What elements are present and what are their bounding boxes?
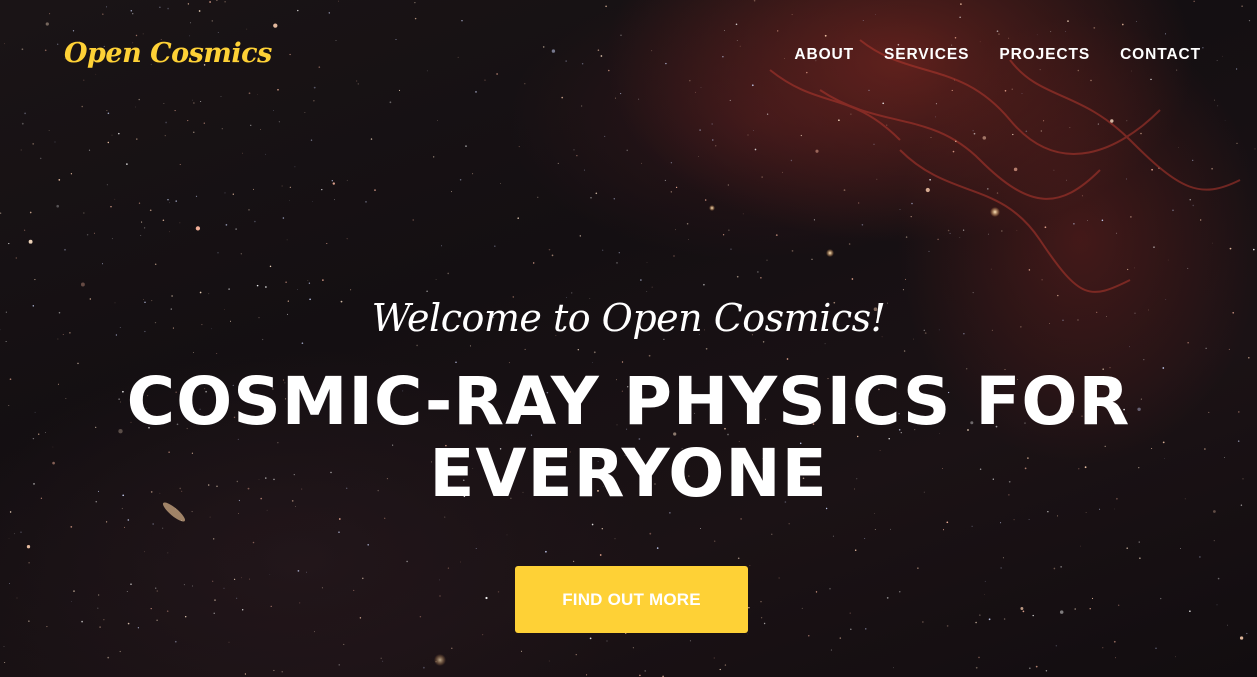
nav-item-contact: CONTACT xyxy=(1120,46,1201,64)
nav-item-about: ABOUT xyxy=(794,46,854,64)
nav-link-projects[interactable]: PROJECTS xyxy=(999,46,1090,63)
nav-menu: ABOUT SERVICES PROJECTS CONTACT xyxy=(794,46,1201,64)
nav-item-services: SERVICES xyxy=(884,46,969,64)
nav-link-about[interactable]: ABOUT xyxy=(794,46,854,63)
welcome-subheading: Welcome to Open Cosmics! xyxy=(371,296,886,340)
navbar: Open Cosmics ABOUT SERVICES PROJECTS CON… xyxy=(0,0,1257,112)
nav-link-contact[interactable]: CONTACT xyxy=(1120,46,1201,63)
hero-section: Open Cosmics ABOUT SERVICES PROJECTS CON… xyxy=(0,0,1257,677)
hero-headline: COSMIC-RAY PHYSICS FOR EVERYONE xyxy=(0,366,1257,510)
find-out-more-button[interactable]: FIND OUT MORE xyxy=(515,566,748,633)
nav-link-services[interactable]: SERVICES xyxy=(884,46,969,63)
hero-headline-line1: COSMIC-RAY PHYSICS FOR xyxy=(126,363,1131,440)
brand-logo[interactable]: Open Cosmics xyxy=(64,38,272,69)
nav-item-projects: PROJECTS xyxy=(999,46,1090,64)
hero-headline-line2: EVERYONE xyxy=(429,435,828,512)
